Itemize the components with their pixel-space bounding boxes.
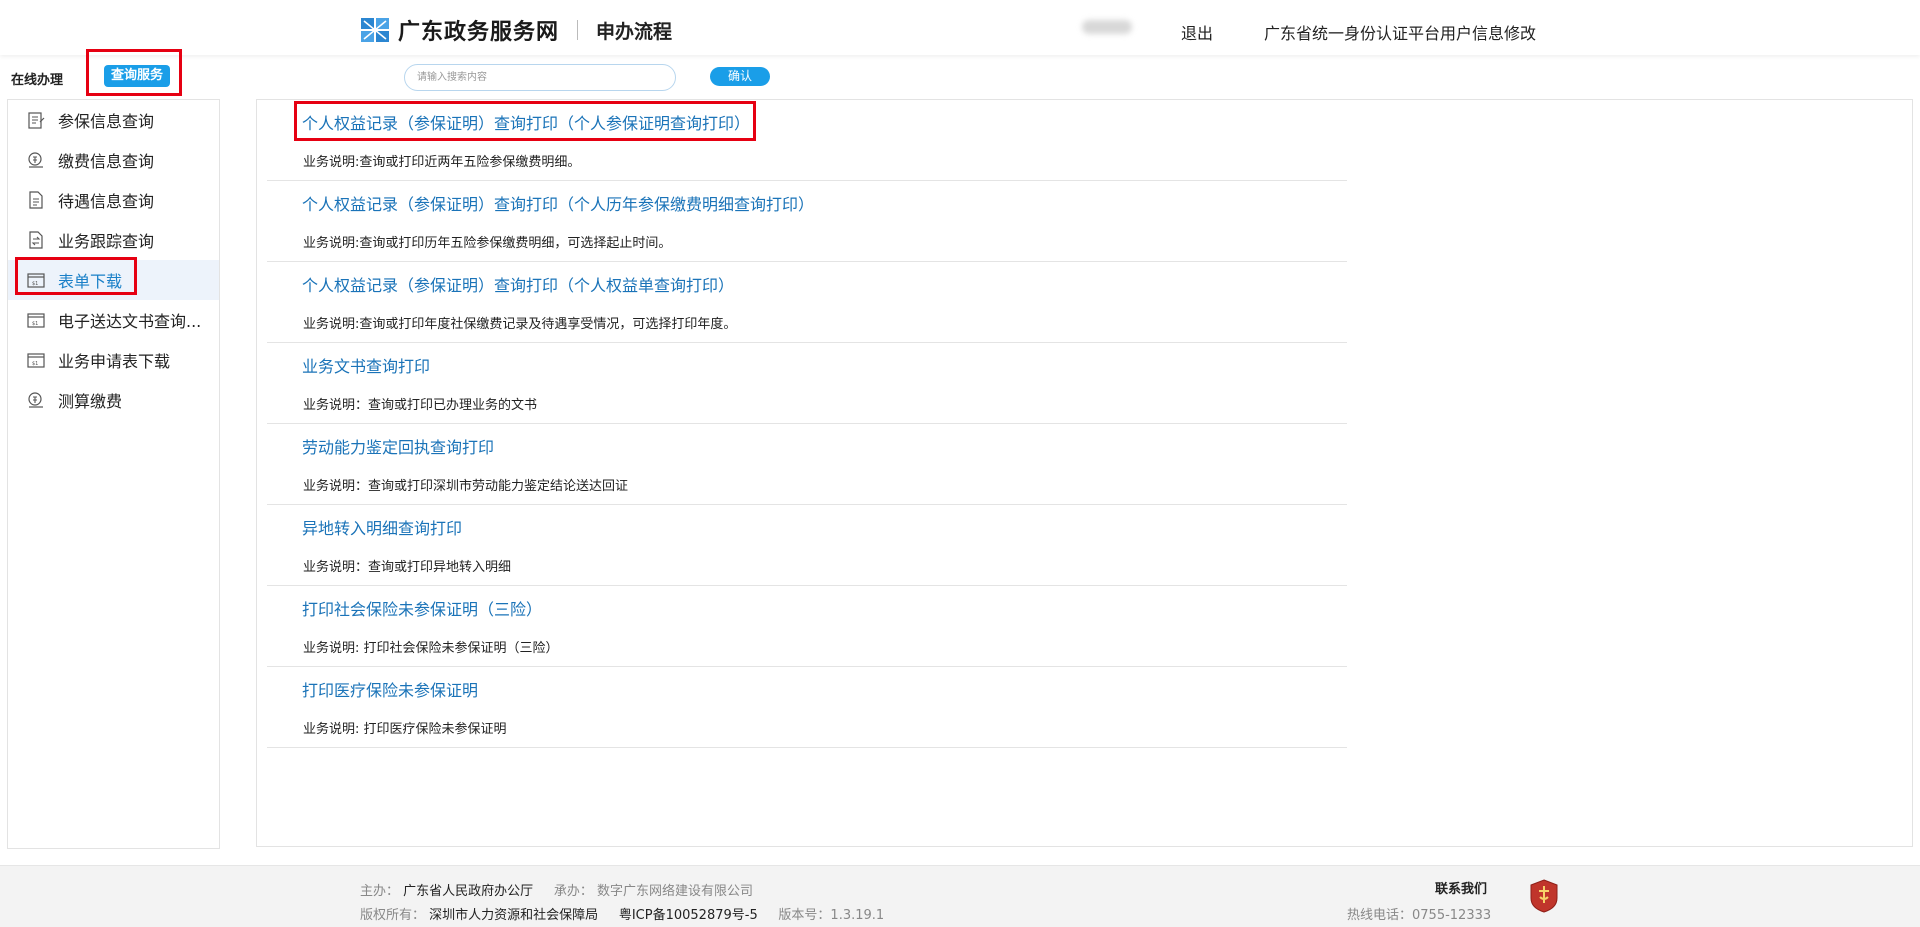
government-badge-icon[interactable] — [1530, 879, 1558, 913]
query-service-tab[interactable]: 查询服务 — [104, 65, 170, 87]
version-number: 1.3.19.1 — [830, 908, 885, 923]
site-name: 广东政务服务网 — [398, 20, 560, 45]
list-item: 业务文书查询打印 业务说明：查询或打印已办理业务的文书 — [267, 343, 1347, 424]
sidebar-item-label: 测算缴费 — [58, 392, 123, 411]
online-handling-label[interactable]: 在线办理 — [11, 69, 63, 88]
transfer-icon — [29, 231, 43, 249]
service-description: 业务说明:查询或打印历年五险参保缴费明细，可选择起止时间。 — [303, 236, 672, 251]
sidebar-item-label: 业务申请表下载 — [58, 352, 171, 371]
service-link[interactable]: 业务文书查询打印 — [302, 353, 430, 377]
sidebar-item-payment-calculation[interactable]: 测算缴费 — [8, 380, 219, 420]
footer-copyright-line: 版权所有： 深圳市人力资源和社会保障局 粤ICP备10052879号-5 版本号… — [360, 904, 884, 923]
sidebar: 参保信息查询 缴费信息查询 待遇信息查询 业务跟踪查询 $1 表单下载 $1 电… — [7, 99, 220, 849]
site-logo[interactable]: 广东政务服务网 申办流程 — [360, 16, 673, 45]
version-label: 版本号： — [778, 908, 831, 923]
sidebar-item-electronic-doc-query[interactable]: $1 电子送达文书查询... — [8, 300, 219, 340]
sidebar-item-benefit-info[interactable]: 待遇信息查询 — [8, 180, 219, 220]
list-item: 个人权益记录（参保证明）查询打印（个人参保证明查询打印） 业务说明:查询或打印近… — [267, 100, 1347, 181]
list-item: 个人权益记录（参保证明）查询打印（个人历年参保缴费明细查询打印） 业务说明:查询… — [267, 181, 1347, 262]
copyright-owner: 深圳市人力资源和社会保障局 — [429, 908, 599, 923]
sidebar-item-label: 参保信息查询 — [58, 112, 155, 131]
svg-text:$1: $1 — [32, 281, 38, 287]
form-download-icon: $1 — [27, 273, 45, 288]
service-list-panel: 个人权益记录（参保证明）查询打印（个人参保证明查询打印） 业务说明:查询或打印近… — [256, 99, 1913, 847]
sidebar-item-label: 缴费信息查询 — [58, 152, 155, 171]
sidebar-item-business-tracking[interactable]: 业务跟踪查询 — [8, 220, 219, 260]
logo-divider — [577, 20, 579, 40]
top-header: 广东政务服务网 申办流程 退出 广东省统一身份认证平台用户信息修改 — [0, 0, 1920, 55]
document-icon — [29, 191, 43, 209]
list-item: 打印医疗保险未参保证明 业务说明: 打印医疗保险未参保证明 — [267, 667, 1347, 748]
sidebar-item-form-download[interactable]: $1 表单下载 — [8, 260, 219, 300]
service-link[interactable]: 打印医疗保险未参保证明 — [302, 677, 478, 701]
confirm-button[interactable]: 确认 — [710, 67, 770, 86]
search-input[interactable] — [404, 64, 676, 91]
host-name: 广东省人民政府办公厅 — [403, 884, 534, 899]
logout-link[interactable]: 退出 — [1181, 20, 1213, 44]
copyright-label: 版权所有： — [360, 908, 426, 923]
page-subtitle: 申办流程 — [596, 20, 673, 43]
sidebar-item-label: 待遇信息查询 — [58, 192, 155, 211]
list-item: 劳动能力鉴定回执查询打印 业务说明：查询或打印深圳市劳动能力鉴定结论送达回证 — [267, 424, 1347, 505]
service-description: 业务说明：查询或打印深圳市劳动能力鉴定结论送达回证 — [303, 479, 629, 494]
logo-icon — [360, 17, 390, 43]
hotline: 热线电话：0755-12333 — [1347, 904, 1491, 923]
service-link[interactable]: 个人权益记录（参保证明）查询打印（个人历年参保缴费明细查询打印） — [302, 191, 814, 215]
form-download-icon: $1 — [27, 353, 45, 368]
service-description: 业务说明：查询或打印已办理业务的文书 — [303, 398, 538, 413]
hotline-number: 0755-12333 — [1412, 908, 1492, 923]
sidebar-item-application-form-download[interactable]: $1 业务申请表下载 — [8, 340, 219, 380]
sidebar-item-label: 业务跟踪查询 — [58, 232, 155, 251]
service-link[interactable]: 劳动能力鉴定回执查询打印 — [302, 434, 494, 458]
sidebar-item-label: 电子送达文书查询... — [58, 312, 202, 331]
list-item: 打印社会保险未参保证明（三险） 业务说明: 打印社会保险未参保证明（三险） — [267, 586, 1347, 667]
service-link[interactable]: 个人权益记录（参保证明）查询打印（个人权益单查询打印） — [302, 272, 734, 296]
service-description: 业务说明: 打印医疗保险未参保证明 — [303, 722, 507, 737]
form-icon — [28, 112, 45, 129]
service-link[interactable]: 个人权益记录（参保证明）查询打印（个人参保证明查询打印） — [302, 110, 750, 134]
service-description: 业务说明: 打印社会保险未参保证明（三险） — [303, 641, 559, 656]
page-footer: 主办： 广东省人民政府办公厅 承办： 数字广东网络建设有限公司 版权所有： 深圳… — [0, 865, 1920, 927]
footer-host-line: 主办： 广东省人民政府办公厅 承办： 数字广东网络建设有限公司 — [360, 880, 753, 899]
svg-text:$1: $1 — [32, 321, 38, 327]
coin-icon — [28, 152, 43, 168]
list-item: 异地转入明细查询打印 业务说明：查询或打印异地转入明细 — [267, 505, 1347, 586]
sidebar-item-payment-info[interactable]: 缴费信息查询 — [8, 140, 219, 180]
profile-modify-link[interactable]: 广东省统一身份认证平台用户信息修改 — [1264, 20, 1536, 44]
contact-us-title[interactable]: 联系我们 — [1435, 878, 1487, 897]
undertake-label: 承办： — [553, 884, 593, 899]
sidebar-item-label: 表单下载 — [58, 272, 123, 291]
service-link[interactable]: 异地转入明细查询打印 — [302, 515, 462, 539]
service-description: 业务说明:查询或打印近两年五险参保缴费明细。 — [303, 155, 581, 170]
svg-text:$1: $1 — [32, 361, 38, 367]
hotline-label: 热线电话： — [1347, 908, 1413, 923]
username-blurred — [1082, 20, 1132, 34]
service-link[interactable]: 打印社会保险未参保证明（三险） — [302, 596, 542, 620]
form-download-icon: $1 — [27, 313, 45, 328]
list-item: 个人权益记录（参保证明）查询打印（个人权益单查询打印） 业务说明:查询或打印年度… — [267, 262, 1347, 343]
icp-number[interactable]: 粤ICP备10052879号-5 — [619, 908, 758, 923]
coin-icon — [28, 392, 43, 408]
host-label: 主办： — [360, 884, 400, 899]
sidebar-item-insurance-info[interactable]: 参保信息查询 — [8, 100, 219, 140]
service-description: 业务说明:查询或打印年度社保缴费记录及待遇享受情况，可选择打印年度。 — [303, 317, 737, 332]
service-description: 业务说明：查询或打印异地转入明细 — [303, 560, 512, 575]
undertake-name: 数字广东网络建设有限公司 — [597, 884, 754, 899]
